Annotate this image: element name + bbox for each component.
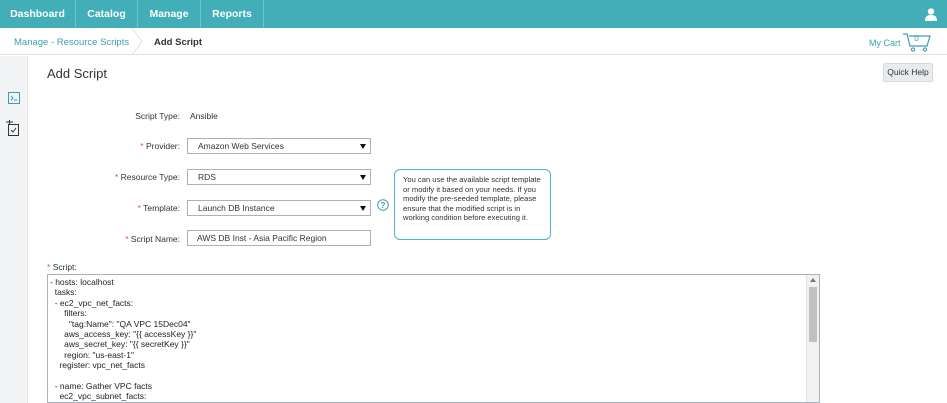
required-mark: * [114, 172, 119, 182]
template-select-value: Launch DB Instance [198, 203, 275, 213]
user-icon[interactable] [925, 8, 937, 21]
required-mark: * [137, 203, 141, 213]
script-icon[interactable] [8, 92, 20, 104]
help-icon[interactable]: ? [377, 199, 389, 211]
script-name-label: * Script Name: [125, 234, 180, 244]
quick-help-button[interactable]: Quick Help [883, 63, 933, 82]
template-select[interactable]: Launch DB Instance [187, 200, 371, 216]
resource-type-select[interactable]: RDS [187, 169, 371, 185]
script-line: region: "us-east-1" [50, 349, 134, 360]
resource-type-select-value: RDS [198, 172, 216, 182]
svg-text:?: ? [381, 201, 386, 210]
template-label: * Template: [137, 203, 180, 213]
my-cart-link[interactable]: My Cart [869, 38, 901, 48]
cart-count-badge: 0 [914, 34, 919, 43]
script-line: aws_secret_key: "{{ secretKey }}" [50, 339, 190, 350]
script-name-input[interactable]: AWS DB Inst - Asia Pacific Region [187, 230, 371, 246]
breadcrumb-parent-link[interactable]: Manage - Resource Scripts [14, 37, 129, 48]
required-mark: * [47, 262, 51, 272]
import-icon[interactable] [5, 120, 21, 136]
script-label: * Script: [47, 262, 77, 272]
script-line: filters: [50, 308, 87, 319]
provider-select[interactable]: Amazon Web Services [187, 138, 371, 154]
script-line: register: vpc_net_facts [50, 360, 145, 371]
provider-select-value: Amazon Web Services [198, 141, 284, 151]
script-content[interactable]: - hosts: localhost tasks: - ec2_vpc_net_… [50, 277, 197, 402]
top-nav: Dashboard Catalog Manage Reports [0, 0, 947, 28]
script-editor[interactable]: - hosts: localhost tasks: - ec2_vpc_net_… [47, 274, 820, 403]
breadcrumb-separator-icon [131, 28, 143, 55]
script-scrollbar[interactable] [806, 275, 819, 402]
script-line: "tag:Name": "QA VPC 15Dec04" [50, 318, 191, 329]
tab-catalog[interactable]: Catalog [76, 0, 138, 28]
script-type-label: Script Type: [135, 111, 180, 121]
template-help-tooltip: You can use the available script templat… [394, 169, 551, 240]
chevron-down-icon [360, 144, 366, 149]
chevron-down-icon [360, 175, 366, 180]
breadcrumb: Manage - Resource Scripts Add Script My … [0, 28, 947, 55]
tab-manage[interactable]: Manage [138, 0, 201, 28]
script-line: - ec2_vpc_net_facts: [50, 297, 134, 308]
script-line: aws_access_key: "{{ accessKey }}" [50, 329, 197, 340]
page-title: Add Script [47, 66, 107, 81]
resource-type-label: * Resource Type: [114, 172, 180, 182]
script-line: ec2_vpc_subnet_facts: [50, 391, 147, 402]
script-line: - hosts: localhost [50, 277, 114, 287]
script-line: - name: Gather VPC facts [50, 381, 153, 392]
scroll-up-arrow-icon[interactable] [810, 278, 816, 282]
required-mark: * [140, 141, 144, 151]
tab-reports[interactable]: Reports [201, 0, 264, 28]
chevron-down-icon [360, 206, 366, 211]
breadcrumb-current: Add Script [154, 37, 203, 48]
script-line: tasks: [50, 287, 77, 298]
script-type-value: Ansible [190, 111, 218, 121]
left-rail [0, 56, 28, 403]
script-line [50, 371, 196, 381]
provider-label: * Provider: [140, 141, 180, 151]
required-mark: * [125, 234, 129, 244]
tab-dashboard[interactable]: Dashboard [0, 0, 76, 28]
scroll-thumb[interactable] [809, 287, 817, 342]
